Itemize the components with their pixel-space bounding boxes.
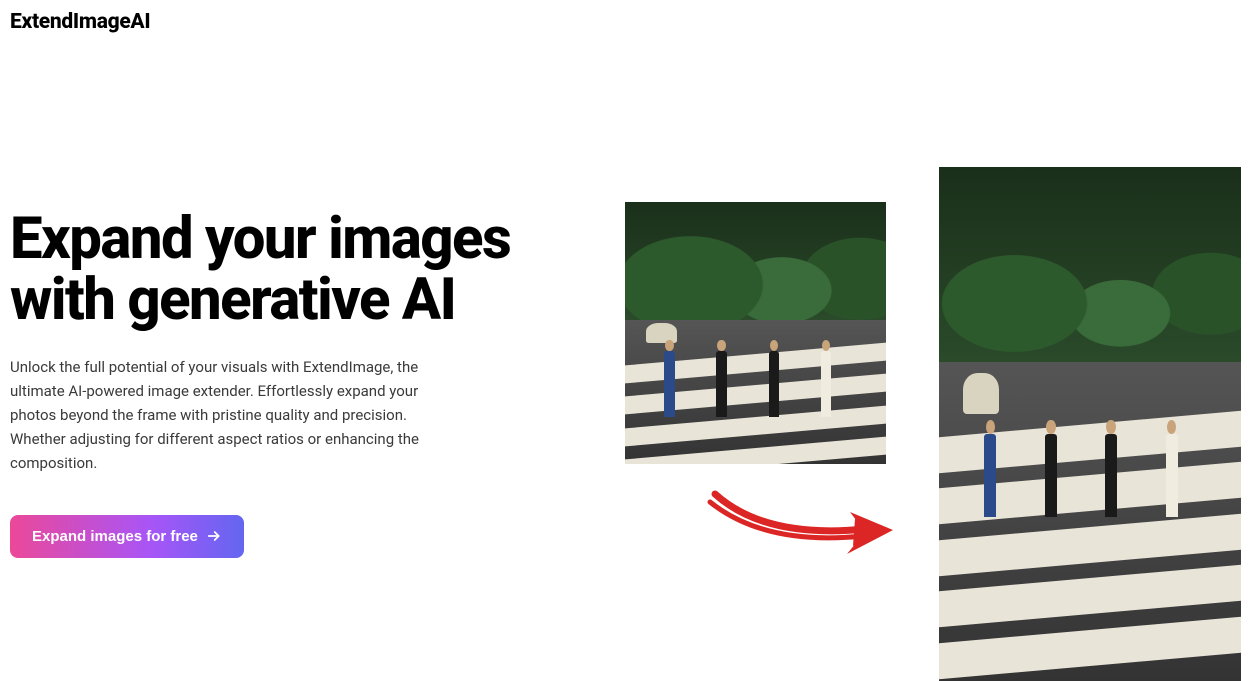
main-content: Expand your images with generative AI Un… <box>0 44 1250 558</box>
expand-images-button[interactable]: Expand images for free <box>10 515 244 558</box>
hero-headline: Expand your images with generative AI <box>10 209 590 331</box>
hero-demo-column <box>625 44 1245 681</box>
red-arrow-icon <box>705 484 905 569</box>
cta-label: Expand images for free <box>32 528 198 545</box>
before-image <box>625 202 886 464</box>
arrow-right-icon <box>206 528 222 544</box>
header: ExtendImageAI <box>0 0 1250 44</box>
hero-description: Unlock the full potential of your visual… <box>10 355 460 475</box>
logo[interactable]: ExtendImageAI <box>10 10 1240 34</box>
hero-text-column: Expand your images with generative AI Un… <box>10 44 590 558</box>
after-image <box>939 167 1241 681</box>
